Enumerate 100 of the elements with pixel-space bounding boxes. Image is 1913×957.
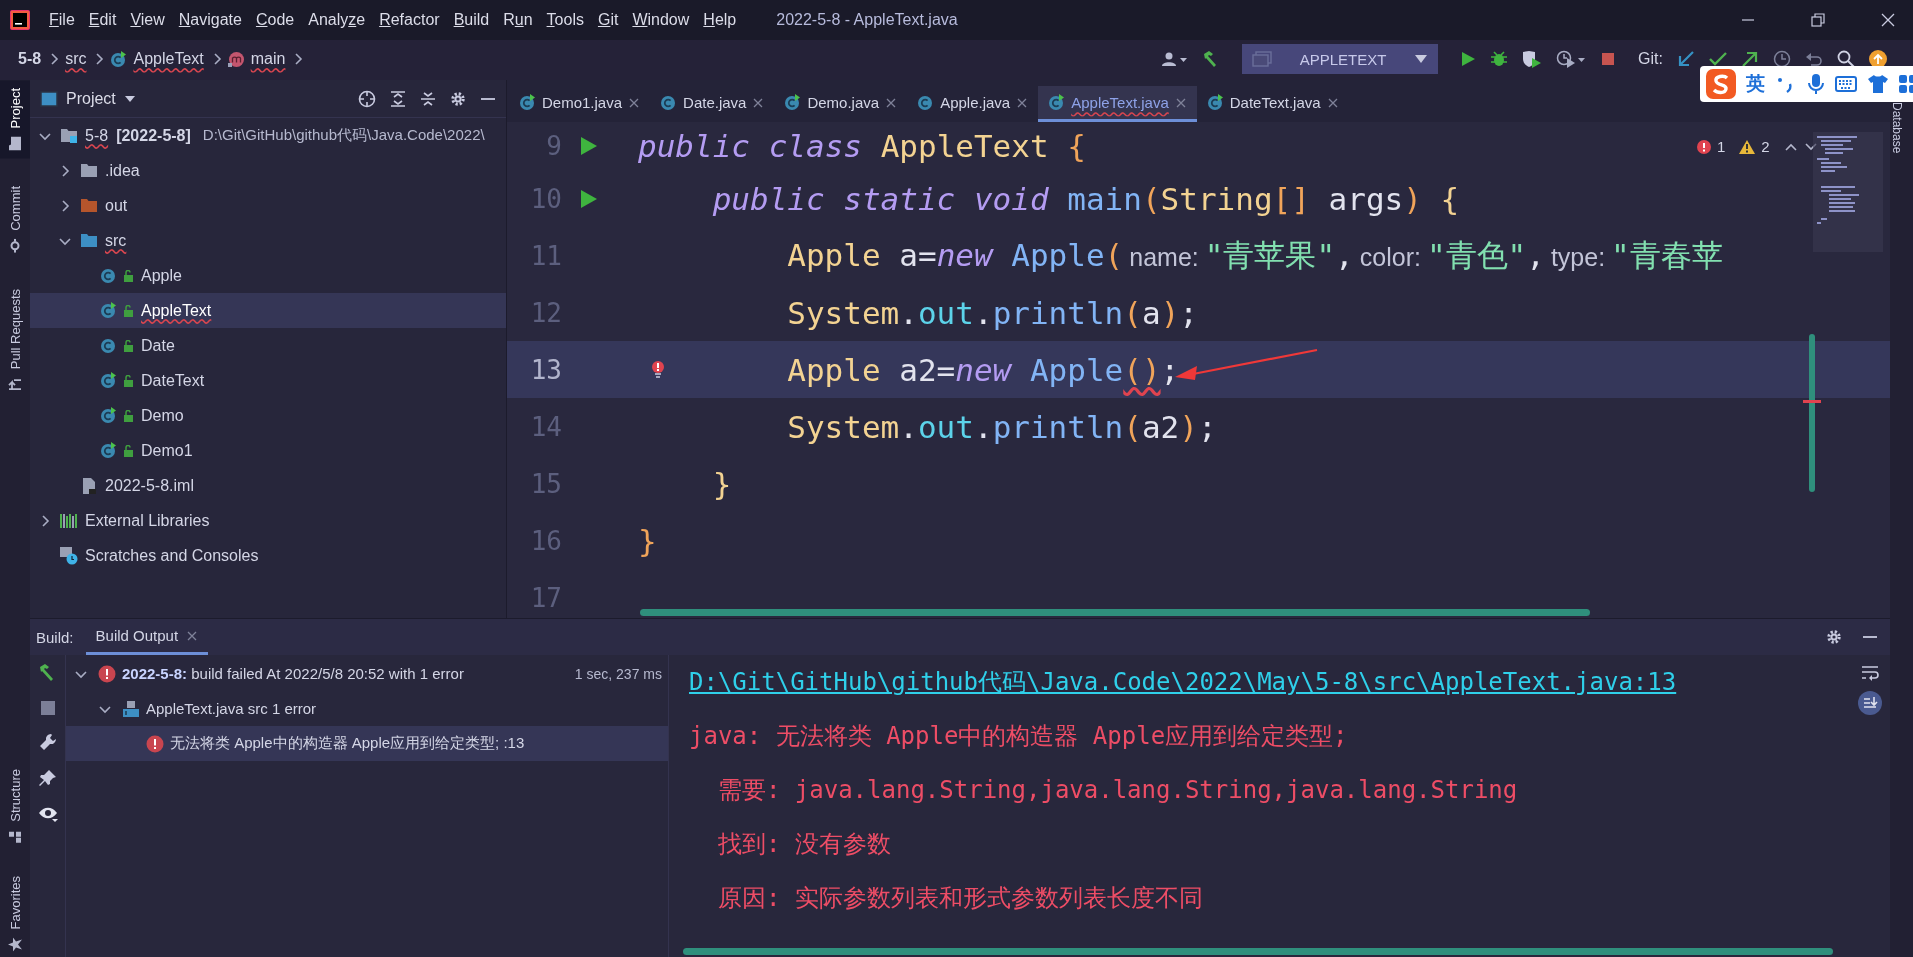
coverage-icon[interactable] xyxy=(1522,50,1543,68)
keyboard-icon[interactable] xyxy=(1835,75,1857,93)
restore-icon[interactable] xyxy=(1810,12,1826,28)
next-icon[interactable] xyxy=(1803,141,1818,152)
user-icon[interactable] xyxy=(1162,51,1189,67)
previous-icon[interactable] xyxy=(1783,141,1798,152)
input-method-logo-icon[interactable] xyxy=(1706,69,1736,99)
commit-icon[interactable] xyxy=(1709,50,1727,68)
scrollbar-thumb[interactable] xyxy=(683,948,1833,955)
breadcrumb[interactable]: 5-8 xyxy=(18,50,42,68)
eye-icon[interactable] xyxy=(37,805,58,823)
breadcrumb[interactable]: AppleText xyxy=(133,50,204,68)
tree-item[interactable]: Demo1 xyxy=(30,433,506,468)
tree-item[interactable]: AppleText xyxy=(30,293,506,328)
warning-count[interactable]: 2 xyxy=(1761,138,1770,155)
tree-item[interactable]: .idea xyxy=(30,153,506,188)
wrench-icon[interactable] xyxy=(38,733,57,751)
file-link[interactable]: D:\Git\GitHub\github代码\Java.Code\2022\May\5-8\src\AppleText.java:13 xyxy=(689,665,1850,699)
menu-item[interactable]: View xyxy=(123,11,172,29)
soft-wrap-icon[interactable] xyxy=(1861,665,1879,681)
panel-title-dropdown[interactable]: Project xyxy=(40,89,136,108)
run-gutter-icon[interactable] xyxy=(580,188,598,209)
menu-item[interactable]: Window xyxy=(625,11,697,29)
line-number: 15 xyxy=(529,468,562,499)
run-gutter-icon[interactable] xyxy=(580,136,598,156)
app-logo-icon[interactable] xyxy=(10,10,30,30)
tool-window-tab[interactable]: Structure xyxy=(0,762,30,850)
editor-tab[interactable]: Apple.java xyxy=(907,86,1039,122)
menu-item[interactable]: Build xyxy=(446,11,497,29)
settings-icon[interactable] xyxy=(1826,629,1842,645)
menu-item[interactable]: Analyze xyxy=(301,11,373,29)
tree-item[interactable]: 5-8 [2022-5-8] D:\Git\GitHub\github代码\Java.Code\2022\ xyxy=(30,118,506,153)
editor-tab[interactable]: Demo.java xyxy=(774,86,908,122)
tool-window-tab[interactable]: Favorites xyxy=(0,869,30,957)
tree-item[interactable]: 2022-5-8.iml xyxy=(30,468,506,503)
build-tree-item[interactable]: 2022-5-8: build failed At 2022/5/8 20:52 with 1 error 1 sec, 237 ms xyxy=(66,656,668,691)
tool-window-tab[interactable]: Pull Requests xyxy=(0,281,30,400)
profiler-icon[interactable] xyxy=(1556,50,1587,68)
commit-icon xyxy=(8,239,22,254)
scrollbar-thumb[interactable] xyxy=(1809,334,1815,492)
expand-all-icon[interactable] xyxy=(390,90,406,107)
menu-item[interactable]: Help xyxy=(696,11,744,29)
tree-item[interactable]: out xyxy=(30,188,506,223)
search-icon[interactable] xyxy=(1837,50,1855,68)
push-icon[interactable] xyxy=(1741,50,1759,68)
line-number: 9 xyxy=(545,131,562,161)
input-mode-toggle[interactable]: 英 xyxy=(1746,71,1765,97)
shirt-icon[interactable] xyxy=(1867,74,1889,94)
scrollbar-thumb[interactable] xyxy=(640,609,1590,616)
menu-item[interactable]: Navigate xyxy=(171,11,249,29)
menu-item[interactable]: Tools xyxy=(539,11,591,29)
grid-icon[interactable] xyxy=(1899,75,1913,93)
tree-item[interactable]: Date xyxy=(30,328,506,363)
update-project-icon[interactable] xyxy=(1677,50,1695,68)
menu-item[interactable]: Git xyxy=(590,11,626,29)
history-icon[interactable] xyxy=(1773,50,1791,68)
settings-icon[interactable] xyxy=(450,90,466,107)
stop-icon[interactable] xyxy=(1600,51,1617,67)
editor-tab[interactable]: Demo1.java xyxy=(509,86,651,122)
tool-window-tab[interactable]: Database xyxy=(1890,102,1904,154)
collapse-all-icon[interactable] xyxy=(420,90,436,107)
menu-item[interactable]: Code xyxy=(248,11,302,29)
editor-tab[interactable]: AppleText.java xyxy=(1038,86,1197,122)
minimap[interactable] xyxy=(1813,132,1883,252)
run-icon[interactable] xyxy=(1460,51,1477,67)
tree-item[interactable]: Apple xyxy=(30,258,506,293)
output-line: 需要: java.lang.String,java.lang.String,java.lang.String xyxy=(717,775,1519,806)
tree-item[interactable]: Scratches and Consoles xyxy=(30,538,506,573)
tree-item[interactable]: External Libraries xyxy=(30,503,506,538)
editor-tab[interactable]: Date.java xyxy=(650,86,775,122)
code-line: } xyxy=(712,465,732,502)
locate-icon[interactable] xyxy=(358,89,376,108)
menu-item[interactable]: Run xyxy=(496,11,540,29)
breadcrumb[interactable]: main xyxy=(250,50,286,68)
panel-tab[interactable]: Build Output xyxy=(85,619,209,655)
breadcrumb[interactable]: src xyxy=(65,50,87,68)
editor-tab[interactable]: DateText.java xyxy=(1196,86,1349,122)
build-tree-item[interactable]: 无法将类 Apple中的构造器 Apple应用到给定类型; :13 xyxy=(66,726,668,761)
scroll-to-end-icon[interactable] xyxy=(1858,691,1882,715)
tree-item[interactable]: DateText xyxy=(30,363,506,398)
error-count[interactable]: 1 xyxy=(1717,138,1726,155)
menu-item[interactable]: Refactor xyxy=(372,11,447,29)
class-icon xyxy=(917,94,935,111)
debug-icon[interactable] xyxy=(1490,50,1509,68)
tree-item[interactable]: Demo xyxy=(30,398,506,433)
method-icon xyxy=(227,50,245,68)
microphone-icon[interactable] xyxy=(1807,73,1825,95)
tree-item[interactable]: src xyxy=(30,223,506,258)
access-icon xyxy=(122,304,134,317)
tool-window-tab[interactable]: Commit xyxy=(0,178,30,262)
build-tree-item[interactable]: AppleText.java src 1 error xyxy=(66,691,668,726)
rollback-icon[interactable] xyxy=(1805,50,1823,68)
menu-item[interactable]: Edit xyxy=(81,11,124,29)
run-configuration-dropdown[interactable]: APPLETEXT xyxy=(1242,44,1439,74)
pin-icon[interactable] xyxy=(38,769,57,787)
tool-window-tab[interactable]: Project xyxy=(0,80,30,159)
stop-icon[interactable] xyxy=(40,701,55,715)
close-icon[interactable] xyxy=(1880,12,1896,28)
error-bulb-icon[interactable] xyxy=(651,360,665,378)
menu-item[interactable]: File xyxy=(42,11,82,29)
